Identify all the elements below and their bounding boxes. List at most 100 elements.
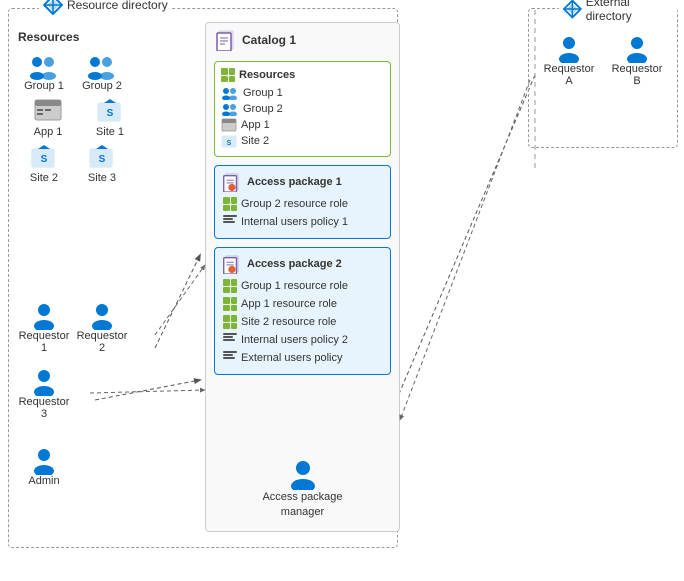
ap1-header: Access package 1 [221,172,384,192]
cat-group2-label: Group 2 [243,103,283,115]
site2-icon: S [29,144,59,172]
admin-label: Admin [28,475,59,487]
resource-dir-icon [43,0,63,15]
requestors-grid: Requestor 1 Requestor 2 Requestor 3 [18,300,178,420]
external-directory-label: External directory [559,0,677,23]
cat-app1-icon [221,118,237,132]
catalog-resources-title: Resources [221,68,384,82]
ap2-item4-label: External users policy [241,352,343,364]
ap2-item1-label: App 1 resource role [241,298,337,310]
ap1-item0-label: Group 2 resource role [241,198,348,210]
ap-manager-icon [286,456,320,490]
res-site2: S Site 2 [18,144,70,184]
requestor1-label: Requestor 1 [18,330,70,354]
external-dir-icon [563,0,582,19]
cat-group1-label: Group 1 [243,87,283,99]
diagram: Resource directory External directory Re… [0,0,684,581]
ap2-item-0: Group 1 resource role [221,278,384,294]
cat-app1-label: App 1 [241,119,270,131]
requestor-b: Requestor B [611,33,663,87]
site3-icon: S [87,144,117,172]
requestor2-icon [87,300,117,330]
ap2-header: Access package 2 [221,254,384,274]
cat-group2: Group 2 [221,102,384,116]
catalog-header: Catalog 1 [206,23,399,57]
ap2-item3-icon [223,333,237,347]
requestor2: Requestor 2 [76,300,128,354]
ap-manager-label: Access packagemanager [262,490,342,519]
requestor-a: Requestor A [543,33,595,87]
ap2-item-3: Internal users policy 2 [221,332,384,348]
res-group2-label: Group 2 [82,80,122,92]
ap1-item1-icon [223,215,237,229]
group1-icon [27,52,61,80]
ap2-item0-icon [223,279,237,293]
ap2-item-2: Site 2 resource role [221,314,384,330]
access-package-manager: Access packagemanager [253,456,353,519]
catalog-resources-grid-icon [221,68,235,82]
ap1-item-0: Group 2 resource role [221,196,384,212]
ap2-item-4: External users policy [221,350,384,366]
ap1-item-1: Internal users policy 1 [221,214,384,230]
group2-icon [85,52,119,80]
res-group2: Group 2 [76,52,128,92]
res-site1-label: Site 1 [96,126,124,138]
catalog-label: Catalog 1 [242,33,296,47]
resource-directory-title: Resource directory [67,0,168,12]
ap2-label: Access package 2 [247,258,342,270]
requestor3-label: Requestor 3 [18,396,70,420]
ap1-item1-label: Internal users policy 1 [241,216,348,228]
ap2-item-1: App 1 resource role [221,296,384,312]
svg-text:S: S [41,154,48,165]
svg-text:S: S [227,140,232,147]
requestor-a-label: Requestor A [543,63,595,87]
catalog-resources-box: Resources Group 1 [214,61,391,157]
external-directory-title: External directory [586,0,673,23]
res-group1: Group 1 [18,52,70,92]
requestor2-label: Requestor 2 [76,330,128,354]
requestors-panel: Requestor 1 Requestor 2 Requestor 3 [18,300,178,420]
resource-directory-label: Resource directory [39,0,172,15]
requestor1: Requestor 1 [18,300,70,354]
access-package-2: Access package 2 Group 1 resource role A… [214,247,391,375]
requestor-a-icon [554,33,584,63]
ap1-item0-icon [223,197,237,211]
ap2-item0-label: Group 1 resource role [241,280,348,292]
ap1-catalog-icon [221,172,241,192]
res-site3-label: Site 3 [88,172,116,184]
ap2-catalog-icon [221,254,241,274]
resources-title: Resources [18,30,178,44]
ap2-item4-icon [223,351,237,365]
admin-panel: Admin [18,445,70,487]
app1-icon [33,98,63,126]
res-site3: S Site 3 [76,144,128,184]
res-app1-label: App 1 [34,126,63,138]
res-app1: App 1 [18,98,78,138]
requestor3-icon [29,366,59,396]
requestor1-icon [29,300,59,330]
resources-grid: Group 1 Group 2 [18,52,178,184]
catalog-icon [214,29,236,51]
ap1-label: Access package 1 [247,176,342,188]
svg-text:S: S [107,108,114,119]
cat-group1: Group 1 [221,86,384,100]
requestor-b-icon [622,33,652,63]
res-site1: S Site 1 [84,98,136,138]
admin-icon [29,445,59,475]
cat-site2-icon: S [221,134,237,148]
ap2-item1-icon [223,297,237,311]
cat-site2-label: Site 2 [241,135,269,147]
requestor3: Requestor 3 [18,366,70,420]
admin: Admin [18,445,70,487]
catalog-box: Catalog 1 Resources Group 1 [205,22,400,532]
access-package-1: Access package 1 Group 2 resource role I… [214,165,391,239]
cat-group1-icon [221,86,239,100]
external-directory-box: External directory Requestor A Requestor… [528,8,678,148]
ap2-item3-label: Internal users policy 2 [241,334,348,346]
site1-icon: S [95,98,125,126]
cat-group2-icon [221,102,239,116]
res-site2-label: Site 2 [30,172,58,184]
requestor-b-label: Requestor B [611,63,663,87]
cat-site2: S Site 2 [221,134,384,148]
res-group1-label: Group 1 [24,80,64,92]
